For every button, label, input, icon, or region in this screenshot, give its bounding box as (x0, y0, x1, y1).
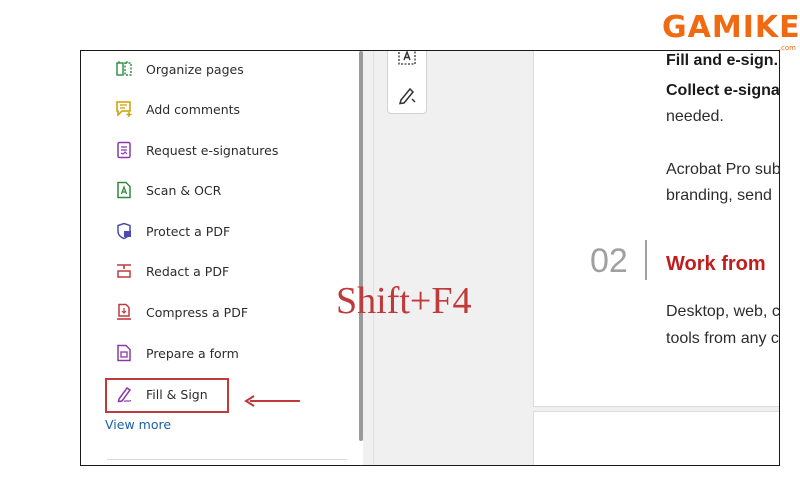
redact-pdf-icon (117, 264, 131, 278)
tool-scan-ocr[interactable]: Scan & OCR (115, 178, 221, 202)
tool-label: Request e-signatures (146, 142, 279, 158)
arrow-left-icon (244, 395, 300, 407)
logo-domain: .com (778, 44, 796, 52)
shortcut-annotation: Shift+F4 (336, 280, 472, 322)
tool-compress-pdf[interactable]: Compress a PDF (115, 300, 248, 324)
tool-organize-pages[interactable]: Organize pages (115, 57, 244, 81)
fill-sign-highlight-box (105, 378, 229, 413)
tool-add-comments[interactable]: Add comments (115, 97, 240, 121)
protect-pdf-icon (117, 222, 131, 240)
tool-label: Add comments (146, 101, 241, 117)
section-number: 02 (590, 242, 628, 280)
tool-label: Scan & OCR (146, 182, 222, 198)
panel-divider (107, 459, 347, 460)
document-page (533, 51, 779, 407)
doc-line-needed: needed. (666, 108, 724, 125)
tool-redact-pdf[interactable]: Redact a PDF (115, 259, 229, 283)
doc-line-branding: branding, send (666, 187, 772, 204)
doc-line-acrobat-pro: Acrobat Pro sub (666, 161, 781, 178)
compress-pdf-icon (117, 303, 131, 320)
draw-pen-icon[interactable] (397, 85, 417, 105)
canvas-divider (373, 51, 374, 465)
comment-icon (116, 101, 132, 117)
tool-label: Protect a PDF (146, 223, 231, 239)
section-divider (645, 240, 647, 280)
text-select-icon[interactable] (397, 50, 417, 67)
tool-request-e-signatures[interactable]: Request e-signatures (115, 138, 278, 162)
tools-panel: Organize pages Add comments Request e-si… (81, 51, 363, 465)
tool-label: Organize pages (146, 61, 244, 77)
organize-pages-icon (116, 61, 132, 76)
scan-ocr-icon (117, 181, 131, 199)
doc-line-tools: tools from any c (666, 330, 779, 347)
document-next-page (533, 411, 779, 465)
view-more-link[interactable]: View more (105, 417, 171, 432)
doc-line-collect: Collect e-signa (666, 82, 780, 99)
section-title: Work from (666, 253, 766, 275)
tool-label: Prepare a form (146, 345, 239, 361)
gamikey-logo: GAMIKEY .com (662, 10, 800, 52)
tool-label: Redact a PDF (146, 263, 230, 279)
tool-prepare-form[interactable]: Prepare a form (115, 341, 239, 365)
tool-protect-pdf[interactable]: Protect a PDF (115, 219, 230, 243)
logo-text: GAMIKEY (662, 10, 800, 45)
doc-line-fill-esign: Fill and e-sign. (666, 52, 779, 69)
floating-toolbar (387, 51, 427, 114)
tool-label: Compress a PDF (146, 304, 249, 320)
prepare-form-icon (117, 344, 131, 362)
doc-line-desktop: Desktop, web, c (666, 303, 780, 320)
request-signature-icon (117, 141, 131, 159)
